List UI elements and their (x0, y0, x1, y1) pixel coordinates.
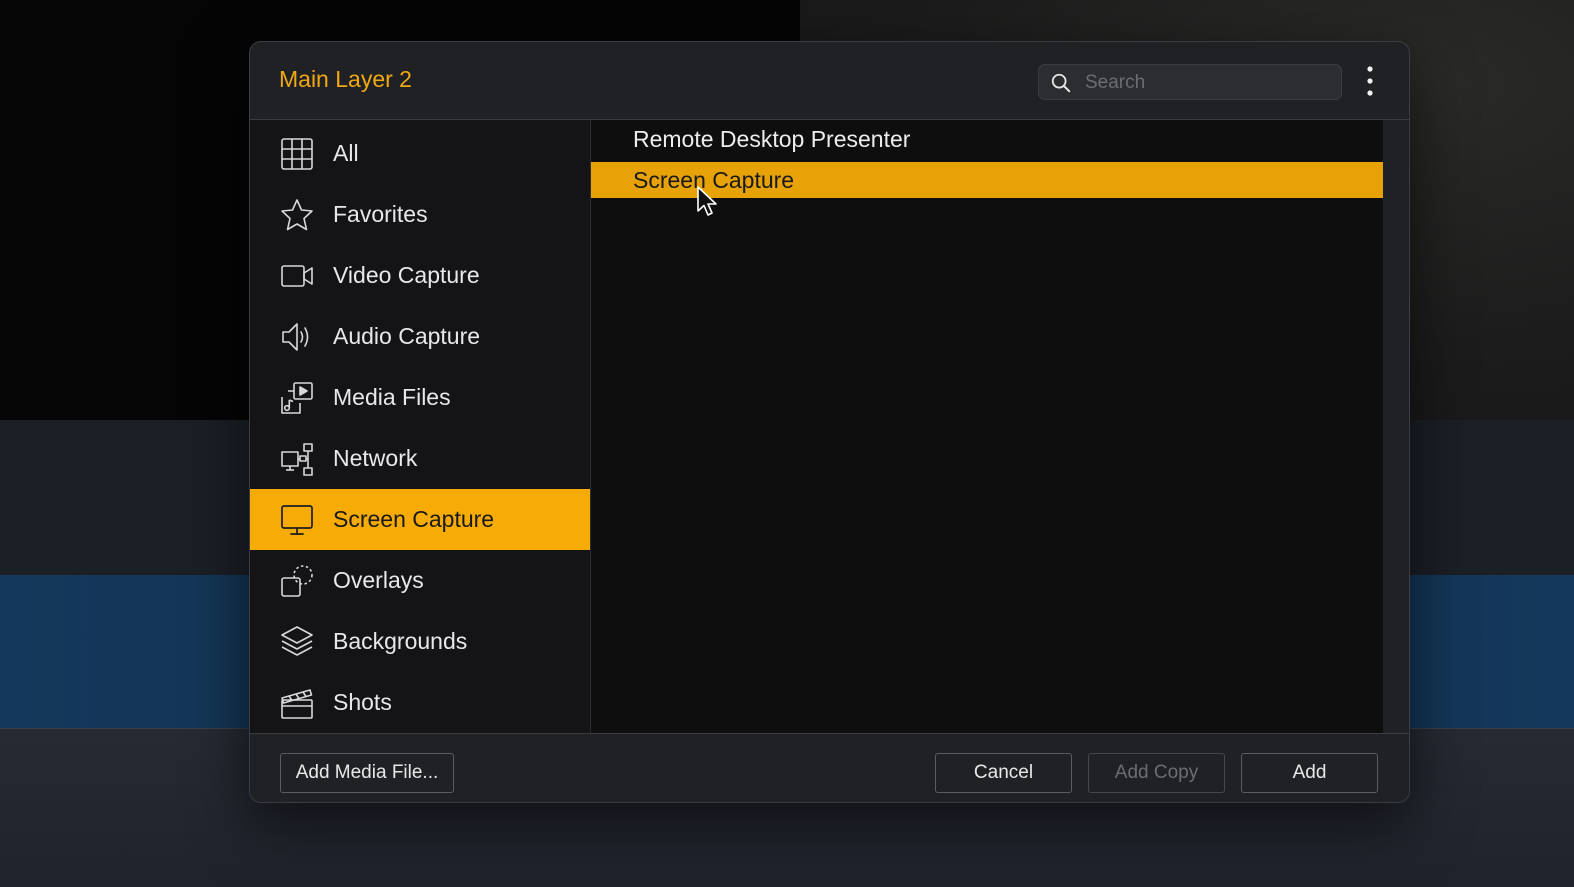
sidebar-item-backgrounds[interactable]: Backgrounds (250, 611, 590, 672)
cancel-button[interactable]: Cancel (935, 753, 1072, 793)
sidebar-item-label: Media Files (333, 384, 451, 410)
sidebar-item-all[interactable]: All (250, 123, 590, 184)
mouse-cursor-icon (697, 186, 717, 216)
star-icon (281, 199, 313, 231)
search-icon (1051, 73, 1071, 93)
search-box[interactable] (1038, 64, 1342, 101)
sidebar-item-label: All (333, 140, 359, 166)
media-files-icon (281, 382, 313, 414)
sidebar-item-shots[interactable]: Shots (250, 672, 590, 733)
sidebar-item-label: Backgrounds (333, 628, 468, 654)
video-camera-icon (281, 265, 313, 287)
add-button[interactable]: Add (1241, 753, 1378, 793)
sidebar-item-label: Shots (333, 689, 392, 715)
overlay-icon (281, 565, 313, 597)
sidebar-item-label: Network (333, 445, 418, 471)
sidebar-item-favorites[interactable]: Favorites (250, 184, 590, 245)
sidebar-item-label: Favorites (333, 201, 428, 227)
sidebar-item-video-capture[interactable]: Video Capture (250, 245, 590, 306)
dialog-title: Main Layer 2 (279, 66, 412, 92)
sidebar-item-label: Overlays (333, 567, 424, 593)
add-copy-button[interactable]: Add Copy (1088, 753, 1225, 793)
layers-icon (281, 626, 313, 656)
sidebar-item-audio-capture[interactable]: Audio Capture (250, 306, 590, 367)
sidebar-item-network[interactable]: Network (250, 428, 590, 489)
dialog-footer: Add Media File... Cancel Add Copy Add (250, 733, 1409, 802)
list-item-label: Remote Desktop Presenter (633, 126, 911, 152)
add-source-dialog: Main Layer 2 All (249, 41, 1410, 803)
search-input[interactable] (1083, 65, 1335, 101)
monitor-icon (281, 505, 313, 535)
grid-icon (281, 138, 313, 170)
add-media-file-button[interactable]: Add Media File... (280, 753, 454, 793)
dialog-header: Main Layer 2 (250, 42, 1409, 120)
sidebar-item-media-files[interactable]: Media Files (250, 367, 590, 428)
source-list: Remote Desktop Presenter Screen Capture (591, 120, 1383, 733)
sidebar-item-label: Video Capture (333, 262, 480, 288)
network-icon (281, 443, 313, 476)
sidebar-item-label: Audio Capture (333, 323, 481, 349)
vertical-ellipsis-icon[interactable] (1360, 64, 1380, 98)
list-scrollbar-track[interactable] (1383, 120, 1409, 733)
clapperboard-icon (281, 689, 313, 719)
sidebar-item-label: Screen Capture (333, 506, 495, 532)
sidebar-item-overlays[interactable]: Overlays (250, 550, 590, 611)
list-item[interactable]: Remote Desktop Presenter (591, 121, 1383, 157)
category-sidebar: All Favorites Video Capture Audio Captur… (250, 120, 591, 733)
speaker-icon (282, 323, 309, 351)
sidebar-item-screen-capture[interactable]: Screen Capture (250, 489, 590, 550)
